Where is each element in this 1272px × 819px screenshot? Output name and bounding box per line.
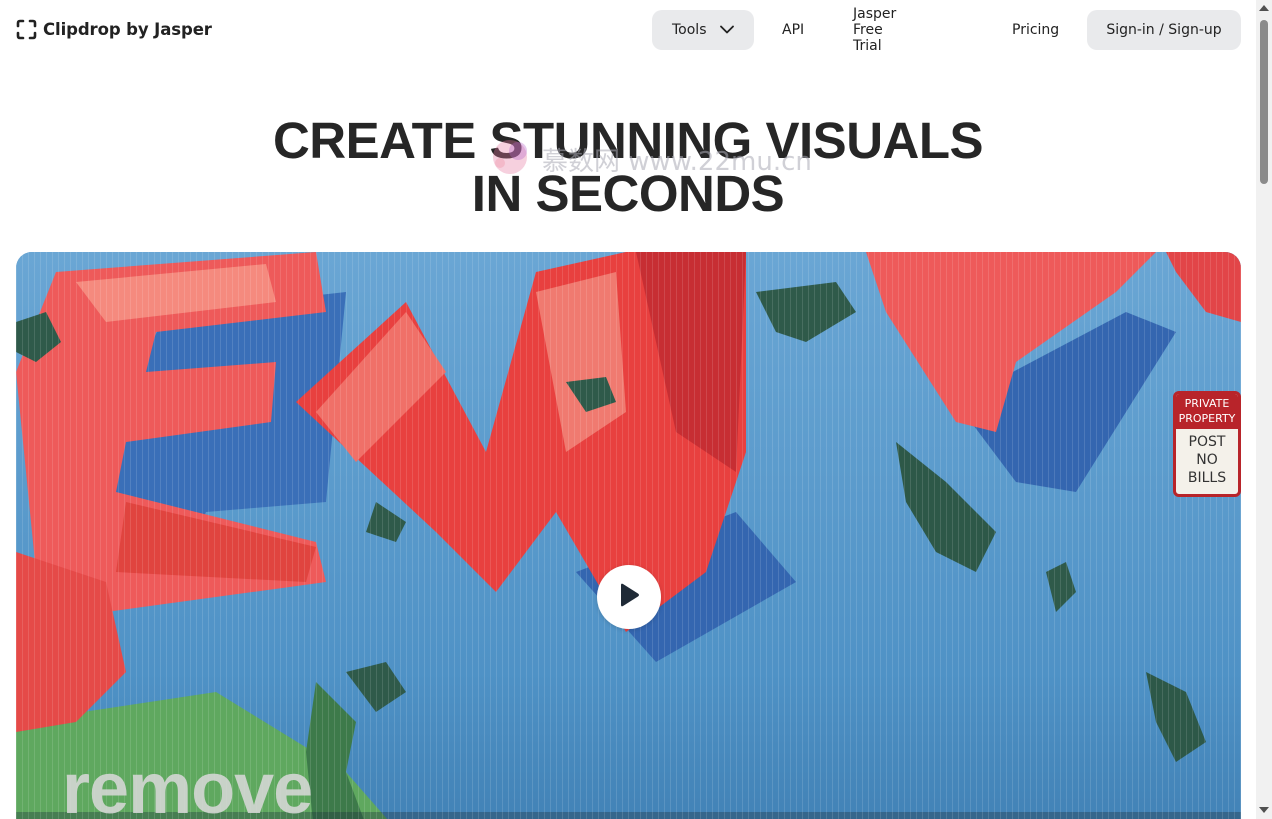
tools-dropdown-button[interactable]: Tools bbox=[652, 10, 754, 50]
sign-line-property: PROPERTY bbox=[1178, 412, 1236, 425]
brand-name: Clipdrop by Jasper bbox=[43, 20, 212, 39]
hero-heading-line-1: CREATE STUNNING VISUALS bbox=[272, 112, 984, 169]
video-overlay-text: remove bbox=[62, 749, 313, 819]
hero-video[interactable]: PRIVATE PROPERTY POST NO BILLS remove bbox=[16, 252, 1241, 819]
page-scrollbar[interactable] bbox=[1256, 0, 1272, 819]
crop-frame-icon bbox=[16, 19, 37, 40]
brand-logo[interactable]: Clipdrop by Jasper bbox=[16, 19, 212, 40]
sign-line-no: NO bbox=[1196, 452, 1218, 468]
tools-label: Tools bbox=[672, 22, 707, 38]
play-button[interactable] bbox=[597, 565, 661, 629]
sign-line-bills: BILLS bbox=[1187, 470, 1227, 486]
hero-heading-line-2: IN SECONDS bbox=[471, 165, 785, 222]
nav-link-api[interactable]: API bbox=[782, 10, 804, 50]
site-header: Clipdrop by Jasper Tools API Jasper Free… bbox=[0, 0, 1256, 60]
sign-line-post: POST bbox=[1188, 434, 1226, 450]
scroll-up-arrow-icon[interactable] bbox=[1259, 5, 1269, 11]
nav-link-pricing[interactable]: Pricing bbox=[1012, 10, 1059, 50]
graffiti-mural-image bbox=[16, 252, 1241, 819]
scrollbar-thumb[interactable] bbox=[1260, 20, 1268, 184]
hero-heading: CREATE STUNNING VISUALS IN SECONDS bbox=[0, 114, 1256, 220]
sign-in-button[interactable]: Sign-in / Sign-up bbox=[1087, 10, 1241, 50]
nav-link-jasper-free-trial[interactable]: Jasper Free Trial bbox=[853, 6, 896, 54]
chevron-down-icon bbox=[720, 22, 734, 38]
scroll-down-arrow-icon[interactable] bbox=[1259, 807, 1269, 813]
sign-line-private: PRIVATE bbox=[1184, 397, 1230, 410]
private-property-sign: PRIVATE PROPERTY POST NO BILLS bbox=[1173, 391, 1241, 497]
play-icon bbox=[618, 583, 640, 612]
